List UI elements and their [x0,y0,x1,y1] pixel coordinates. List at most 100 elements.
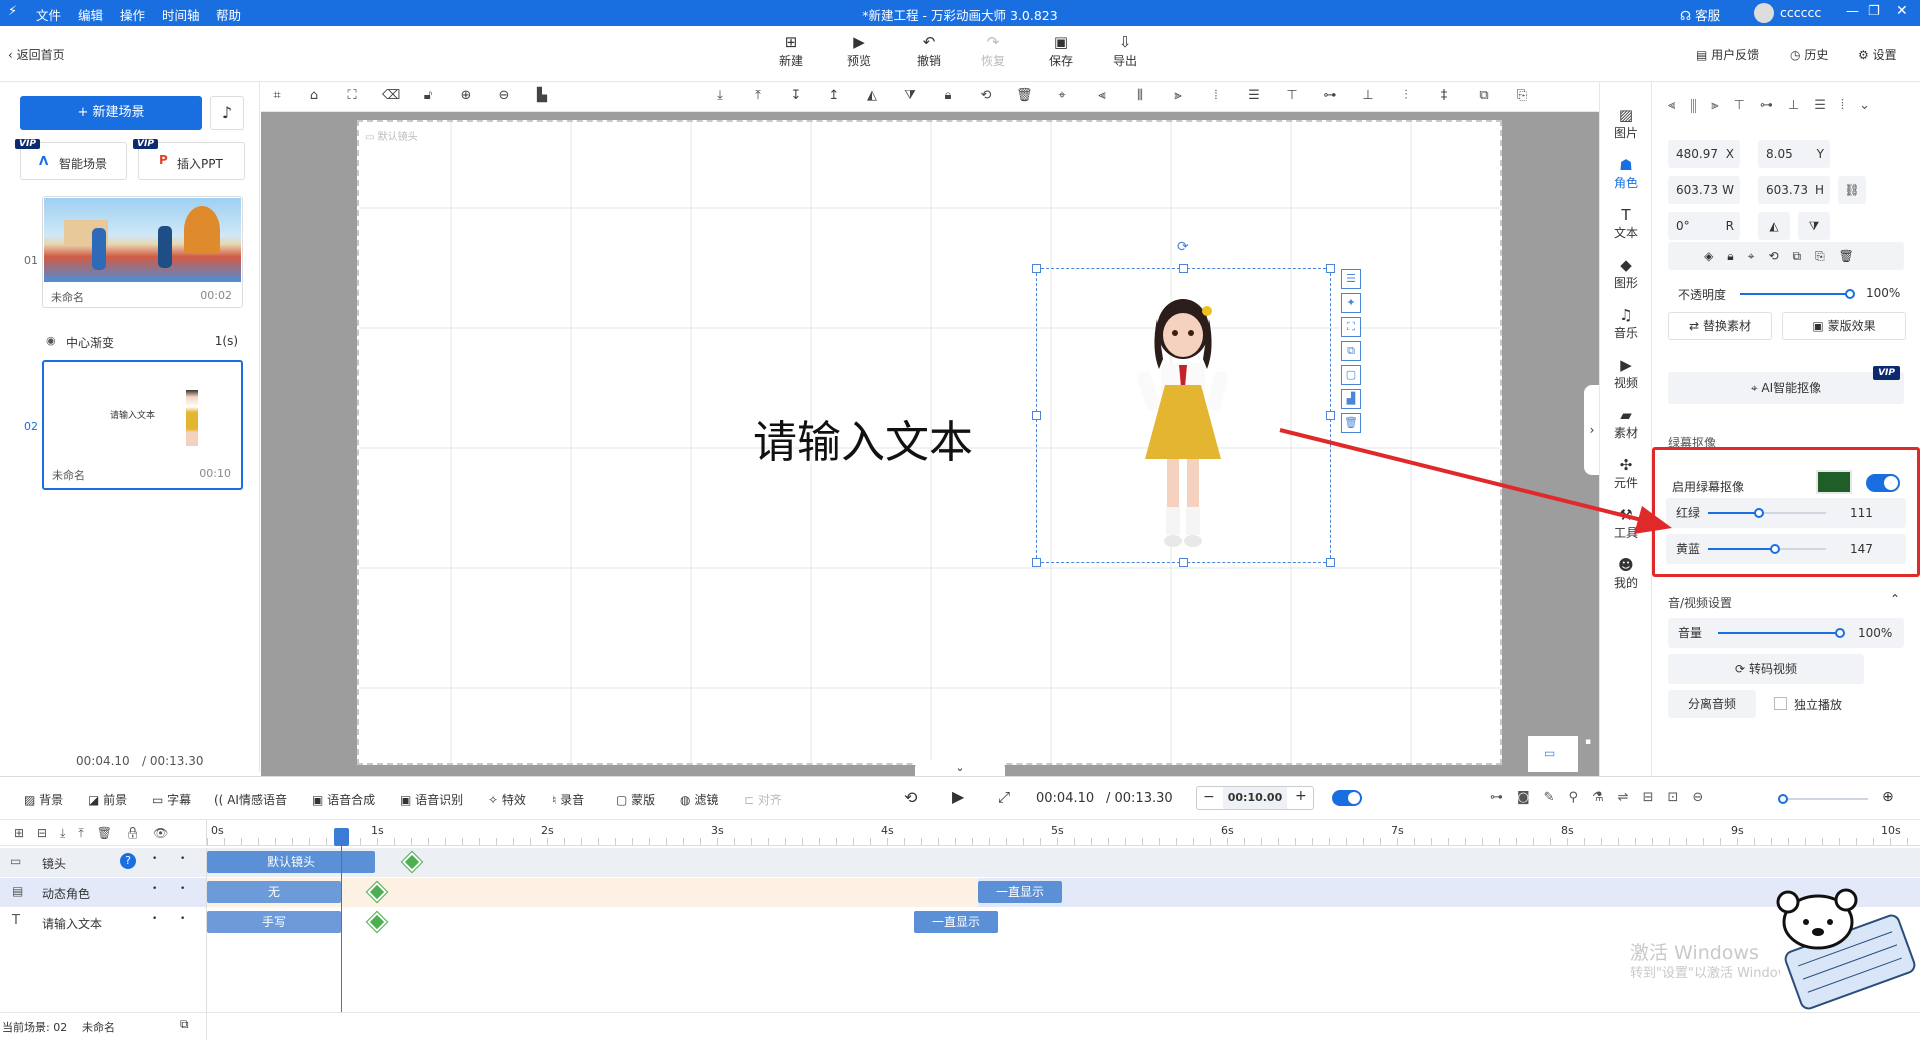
rotate-handle-icon[interactable]: ⟳ [1177,239,1189,255]
plus-icon[interactable]: + [1295,788,1307,804]
track-row-text[interactable]: T 请输入文本 • • 手写 一直显示 [0,908,1920,937]
track-tool-icons[interactable]: ⊞⊟⤓⤒🗑︎🔒︎👁︎ [14,826,181,841]
lock-ratio-icon[interactable]: ⛓ [1838,176,1866,204]
tool-subtitle[interactable]: ▭ 字幕 [152,791,191,808]
align-top-icon[interactable]: ⊤ [1284,88,1300,104]
back-home-button[interactable]: ‹ 返回首页 [8,46,65,63]
copy-icon[interactable]: ⧉ [180,1017,189,1032]
close-icon[interactable]: ✕ [1896,3,1908,19]
rotate-icon[interactable]: ⟲ [978,88,994,104]
strip-video[interactable]: ▶ 视频 [1600,356,1652,391]
time-ruler[interactable]: 0s 1s 2s 3s 4s 5s 6s 7s 8s 9s 10s [206,820,1920,846]
ai-cutout-button[interactable]: ⌖ AI智能抠像 VIP [1668,366,1904,404]
h-field[interactable]: 603.73 H [1758,176,1830,204]
greenscreen-color-swatch[interactable] [1816,470,1852,494]
yellow-blue-slider[interactable] [1708,544,1826,554]
mask-effect-button[interactable]: ▣ 蒙版效果 [1782,312,1906,340]
align-center-icon[interactable]: ⫼ [1132,88,1148,104]
fit-screen-icon[interactable]: ⛶ [344,88,360,104]
play-icon[interactable]: ▶ [952,787,964,806]
tool-asr[interactable]: ▣ 语音识别 [400,791,463,808]
eraser-icon[interactable]: ⌫ [382,88,400,104]
undo-button[interactable]: ↶ 撤销 [904,32,954,69]
resize-handle[interactable] [1179,264,1188,273]
redo-button[interactable]: ↷ 恢复 [968,32,1018,69]
align-left-icon[interactable]: ⫷ [1094,88,1110,104]
export-button[interactable]: ⇩ 导出 [1100,32,1150,69]
copy-icon[interactable]: ⧉ [1341,341,1361,361]
duration-value[interactable]: 00:10.00 [1223,787,1287,809]
clip-camera[interactable]: 默认镜头 [207,851,375,873]
w-field[interactable]: 603.73 W [1668,176,1740,204]
move-up-icon[interactable]: ↥ [826,88,842,104]
tool-effects[interactable]: ✧ 特效 [488,791,526,808]
playhead[interactable] [341,830,342,1016]
move-top-icon[interactable]: ⤒ [750,88,766,104]
strip-text[interactable]: T 文本 [1600,206,1652,241]
replace-material-button[interactable]: ⇄ 替换素材 [1668,312,1772,340]
flip-vertical-icon[interactable]: ⧩ [902,88,918,104]
history-button[interactable]: ◷ 历史 [1790,46,1828,63]
restore-icon[interactable]: ❐ [1868,4,1880,19]
move-bottom-icon[interactable]: ⤓ [712,88,728,104]
strip-music[interactable]: ♫ 音乐 [1600,306,1652,341]
strip-image[interactable]: ▨ 图片 [1600,106,1652,141]
resize-handle[interactable] [1032,411,1041,420]
preview-button[interactable]: ▶ 预览 [834,32,884,69]
save-button[interactable]: ▣ 保存 [1036,32,1086,69]
keyframe[interactable] [367,882,387,902]
timeline-zoom-slider[interactable] [1778,794,1868,804]
independent-play-checkbox[interactable] [1774,697,1787,710]
transcode-video-button[interactable]: ⟳ 转码视频 [1668,654,1864,684]
copy-icon[interactable]: ⧉ [1476,88,1492,104]
tool-align[interactable]: ⊏ 对齐 [744,791,782,808]
strip-character[interactable]: ☗ 角色 [1600,156,1652,191]
tool-foreground[interactable]: ◪ 前景 [88,791,127,808]
timeline-toggle[interactable] [1332,790,1362,806]
clip-character-show[interactable]: 一直显示 [978,881,1062,903]
mini-map[interactable]: ▭ [1528,736,1578,772]
keyframe[interactable] [367,912,387,932]
support-button[interactable]: ☊ 客服 [1680,5,1720,24]
feedback-button[interactable]: ▤ 用户反馈 [1696,46,1759,63]
strip-shape[interactable]: ◆ 图形 [1600,256,1652,291]
minus-icon[interactable]: − [1203,789,1215,805]
zoom-out-icon[interactable]: ⊖ [496,88,512,104]
flip-vertical-icon[interactable]: ⧩ [1798,212,1830,240]
tool-record[interactable]: ♮ 录音 [552,791,584,808]
space-icon[interactable]: ‡ [1436,88,1452,104]
align-vcenter-icon[interactable]: ⫶ [1398,88,1414,104]
greenscreen-toggle[interactable] [1866,474,1900,492]
opacity-slider[interactable] [1740,289,1855,299]
expand-minimap-icon[interactable]: ▪ [1585,737,1591,747]
fullscreen-icon[interactable]: ⤢ [998,788,1010,806]
clip-character-enter[interactable]: 无 [207,881,341,903]
scan-icon[interactable]: ⌖ [1054,88,1070,104]
tool-ai-voice[interactable]: (( AI情感语音 [214,791,287,808]
character-girl[interactable] [1123,289,1243,579]
crop-icon[interactable]: ⛶ [1341,317,1361,337]
red-green-slider[interactable] [1708,508,1826,518]
keyframe[interactable] [402,852,422,872]
separate-audio-button[interactable]: 分离音频 [1668,690,1756,718]
fit-icon[interactable]: ▢ [1341,365,1361,385]
chevron-up-icon[interactable]: ⌃ [1890,592,1900,606]
resize-handle[interactable] [1032,264,1041,273]
tool-filter[interactable]: ◍ 滤镜 [680,791,718,808]
zoom-in-icon[interactable]: ⊕ [1882,789,1894,805]
avatar[interactable] [1754,3,1774,23]
clip-text-enter[interactable]: 手写 [207,911,341,933]
canvas-text[interactable]: 请输入文本 [753,406,973,470]
paste-icon[interactable]: ⎘ [1514,88,1530,104]
delete-icon[interactable]: 🗑︎ [1016,88,1033,104]
layout-icon[interactable]: ▙ [534,88,550,104]
resize-handle[interactable] [1326,411,1335,420]
rewind-icon[interactable]: ⟲ [904,788,917,807]
volume-slider[interactable] [1718,628,1845,638]
layer-actions-row[interactable]: ◈🔒︎⌖⟲⧉⎘🗑︎ [1668,242,1904,270]
flip-horizontal-icon[interactable]: ◭ [864,88,880,104]
zoom-in-icon[interactable]: ⊕ [458,88,474,104]
format-painter-icon[interactable]: ⌗ [269,88,285,104]
resize-handle[interactable] [1032,558,1041,567]
duration-stepper[interactable]: − 00:10.00 + [1196,786,1314,810]
